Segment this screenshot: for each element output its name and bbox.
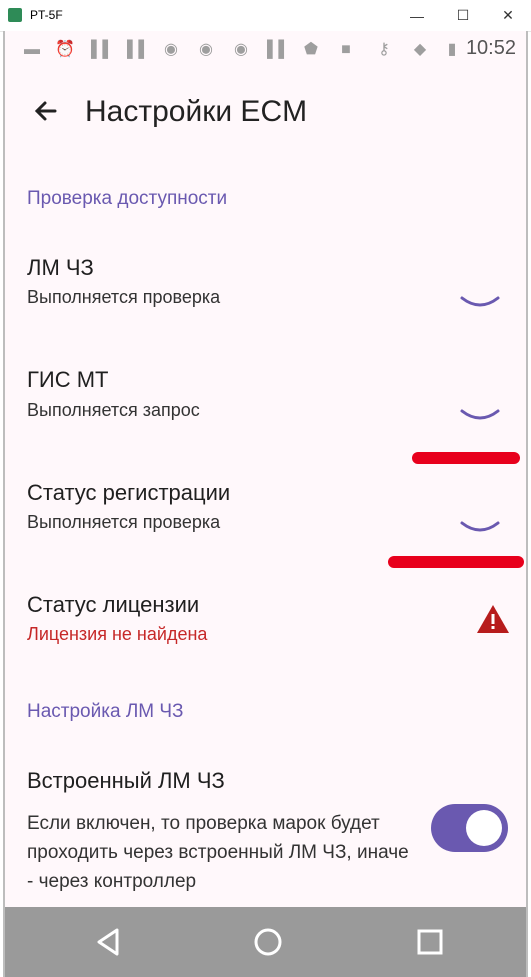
android-nav-bar [5,907,526,977]
item-subtitle-error: Лицензия не найдена [27,624,208,644]
chrome-icon: ◉ [164,41,178,58]
signal-bars-icon: ▌▌ [91,41,114,58]
minimize-button[interactable]: — [394,0,440,31]
toggle-knob [466,810,502,846]
shield-icon: ⬟ [304,41,318,58]
key-icon: ⚷ [378,41,390,58]
chrome-icon: ◉ [199,41,213,58]
back-triangle-icon[interactable] [91,925,125,959]
loading-spinner-icon [460,521,500,532]
status-bar: ▬ ⏰ ▌▌ ▌▌ ◉ ◉ ◉ ▌▌ ⬟ ■ ⚷ ◆ ▮ 10:52 [5,31,526,67]
loading-spinner-icon [460,296,500,307]
item-subtitle: Выполняется проверка [27,512,221,532]
loading-spinner-icon [460,409,500,420]
item-subtitle: Выполняется запрос [27,400,200,420]
battery-icon: ▮ [447,41,457,58]
status-time: 10:52 [465,37,516,59]
item-description: Если включен, то проверка марок будет пр… [27,813,409,892]
device-screen: ▬ ⏰ ▌▌ ▌▌ ◉ ◉ ◉ ▌▌ ⬟ ■ ⚷ ◆ ▮ 10:52 Настр… [3,31,528,977]
section-header-lm-settings: Настройка ЛМ ЧЗ [27,701,184,722]
red-annotation-mark [388,556,524,568]
item-title: ЛМ ЧЗ [27,255,94,280]
message-icon: ▬ [24,41,40,58]
window-title-bar: PT-5F — ☐ ✕ [0,0,531,32]
app-window-icon [8,8,22,22]
back-arrow-icon[interactable] [27,91,67,131]
maximize-button[interactable]: ☐ [440,0,486,31]
item-title: Статус лицензии [27,592,200,617]
signal-bars-icon: ▌▌ [127,41,150,58]
signal-bars-icon: ▌▌ [267,41,290,58]
wifi-icon: ◆ [413,41,427,58]
builtin-lm-toggle[interactable] [431,804,508,852]
section-header-availability: Проверка доступности [27,188,228,209]
item-title: Встроенный ЛМ ЧЗ [27,768,225,793]
chat-icon: ■ [341,41,351,58]
warning-icon [477,605,509,633]
red-annotation-mark [412,452,520,464]
close-button[interactable]: ✕ [485,0,531,31]
item-subtitle: Выполняется проверка [27,287,221,307]
chrome-icon: ◉ [234,41,248,58]
app-bar: Настройки ECM [5,81,526,145]
page-title: Настройки ECM [85,95,308,128]
window-title: PT-5F [30,8,63,22]
item-title: Статус регистрации [27,480,231,505]
alarm-icon: ⏰ [55,41,75,58]
item-title: ГИС МТ [27,367,109,392]
recents-square-icon[interactable] [413,925,447,959]
home-circle-icon[interactable] [251,925,285,959]
